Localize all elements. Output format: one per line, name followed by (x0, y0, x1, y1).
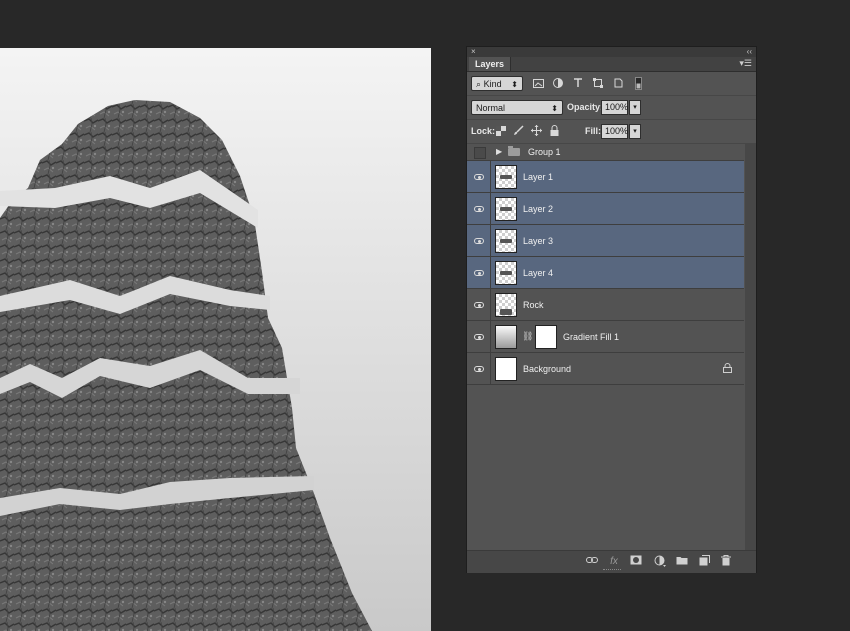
link-layers-icon[interactable] (585, 555, 599, 569)
layer-row-layer-2[interactable]: Layer 2 (467, 193, 744, 225)
filter-pixel-icon[interactable] (531, 76, 545, 90)
dropdown-arrow-icon: ⬍ (511, 80, 518, 89)
layers-bottom-toolbar: fx (467, 550, 756, 573)
eye-icon (474, 206, 484, 212)
layer-thumbnail (495, 229, 517, 253)
visibility-toggle-empty[interactable] (474, 147, 486, 159)
layer-mask-thumbnail[interactable] (535, 325, 557, 349)
lock-all-icon[interactable] (548, 124, 561, 137)
panel-header: × ‹‹ (467, 47, 756, 57)
blend-mode-value: Normal (476, 103, 506, 113)
eye-icon (474, 174, 484, 180)
layer-name: Background (523, 364, 572, 374)
new-group-folder-icon[interactable] (675, 555, 689, 569)
lock-position-icon[interactable] (530, 124, 543, 137)
layer-name: Layer 4 (523, 268, 554, 278)
layer-thumbnail (495, 261, 517, 285)
tab-layers[interactable]: Layers (469, 57, 512, 71)
expand-triangle-icon[interactable]: ▶ (496, 147, 502, 156)
layer-name: Layer 1 (523, 172, 554, 182)
lock-icon (723, 363, 732, 376)
layer-thumbnail (495, 293, 517, 317)
filter-kind-dropdown[interactable]: ⌕ Kind ⬍ (471, 76, 523, 91)
layer-style-fx-icon[interactable]: fx (607, 555, 621, 569)
layers-list[interactable]: ▶ Group 1 Layer 1 Layer 2 Layer 3 Layer … (467, 144, 744, 550)
eye-icon (474, 302, 484, 308)
filter-smart-object-icon[interactable] (611, 76, 625, 90)
filter-kind-label: Kind (483, 79, 502, 89)
layer-name: Gradient Fill 1 (563, 332, 620, 342)
collapse-panel-icon[interactable]: ‹‹ (747, 47, 752, 57)
add-mask-icon[interactable] (629, 555, 643, 569)
mask-link-icon[interactable]: ⛓ (522, 331, 533, 342)
rock-artwork (0, 100, 372, 631)
blend-mode-dropdown[interactable]: Normal ⬍ (471, 100, 563, 115)
eye-icon (474, 334, 484, 340)
layer-row-background[interactable]: Background (467, 353, 744, 385)
lock-transparency-icon[interactable] (494, 124, 507, 137)
gradient-fill-thumbnail (495, 325, 517, 349)
opacity-slider-button[interactable]: ▾ (629, 100, 641, 115)
filter-type-icon[interactable] (571, 76, 585, 90)
group-name: Group 1 (528, 147, 561, 157)
group-row[interactable]: ▶ Group 1 (467, 144, 744, 161)
layers-scrollbar[interactable] (745, 144, 756, 550)
new-adjustment-layer-icon[interactable] (653, 555, 667, 569)
eye-icon (474, 238, 484, 244)
visibility-toggle[interactable] (467, 257, 491, 289)
eye-icon (474, 270, 484, 276)
layer-row-gradient-fill-1[interactable]: ⛓ Gradient Fill 1 (467, 321, 744, 353)
delete-layer-trash-icon[interactable] (719, 555, 733, 569)
layer-thumbnail (495, 197, 517, 221)
lock-row: Lock: Fill: 100% ▾ (467, 120, 756, 144)
opacity-label: Opacity: (567, 102, 604, 112)
visibility-toggle[interactable] (467, 289, 491, 321)
visibility-toggle[interactable] (467, 193, 491, 225)
panel-menu-icon[interactable]: ▾☰ (739, 58, 752, 69)
resize-grip[interactable] (603, 569, 621, 573)
layer-thumbnail (495, 165, 517, 189)
eye-icon (474, 366, 484, 372)
layer-row-layer-1[interactable]: Layer 1 (467, 161, 744, 193)
blend-row: Normal ⬍ Opacity: 100% ▾ (467, 96, 756, 120)
filter-adjustment-icon[interactable] (551, 76, 565, 90)
search-icon: ⌕ (476, 79, 482, 89)
document-canvas[interactable] (0, 48, 431, 631)
fill-input[interactable]: 100% (601, 124, 628, 139)
visibility-toggle[interactable] (467, 225, 491, 257)
filter-toggle-icon[interactable] (631, 76, 645, 90)
fill-slider-button[interactable]: ▾ (629, 124, 641, 139)
close-panel-icon[interactable]: × (471, 47, 476, 57)
lock-label: Lock: (471, 126, 496, 136)
layers-panel: × ‹‹ Layers ▾☰ ⌕ Kind ⬍ Normal ⬍ Opacity… (466, 46, 757, 573)
visibility-toggle[interactable] (467, 353, 491, 385)
dropdown-arrow-icon: ⬍ (551, 104, 558, 113)
layer-row-layer-4[interactable]: Layer 4 (467, 257, 744, 289)
filter-row: ⌕ Kind ⬍ (467, 72, 756, 96)
opacity-input[interactable]: 100% (601, 100, 628, 115)
lock-pixels-brush-icon[interactable] (512, 124, 525, 137)
new-layer-icon[interactable] (697, 555, 711, 569)
filter-shape-icon[interactable] (591, 76, 605, 90)
layer-name: Layer 2 (523, 204, 554, 214)
layer-row-layer-3[interactable]: Layer 3 (467, 225, 744, 257)
layer-thumbnail (495, 357, 517, 381)
folder-icon (508, 146, 520, 156)
layer-name: Rock (523, 300, 544, 310)
panel-tabbar: Layers ▾☰ (467, 57, 756, 72)
visibility-toggle[interactable] (467, 321, 491, 353)
layer-row-rock[interactable]: Rock (467, 289, 744, 321)
visibility-toggle[interactable] (467, 161, 491, 193)
layer-name: Layer 3 (523, 236, 554, 246)
fill-label: Fill: (585, 126, 601, 136)
